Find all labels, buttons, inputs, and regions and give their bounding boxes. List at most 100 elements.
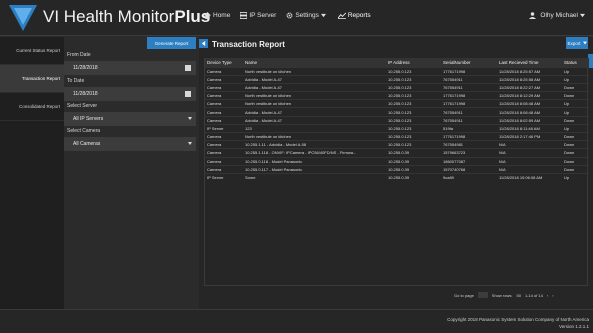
table-cell: North vestibule on kitchen [243,131,386,141]
column-header[interactable]: Status [562,58,589,67]
table-cell: IP Server [205,172,243,182]
table-cell: 11/28/2018 2:17:46 PM [497,131,562,141]
table-row[interactable]: Camera North vestibule on kitchen 10.255.0… [205,91,589,100]
table-cell: Camera [205,82,243,92]
sidebar-item-label: Current Status Report [16,47,60,53]
table-cell: 10.255.0.39 [386,164,441,174]
table-cell: 767554911 [441,74,497,84]
table-cell: Some [243,172,386,182]
table-cell: 10.255.0.123 [386,131,441,141]
table-cell: Camera [205,91,243,100]
footer: Copyright 2018 Panasonic System Solution… [0,309,593,333]
table-cell: 11/28/2018 8:11:48 AM [497,123,562,133]
table-cell: 9ca89 [441,172,497,182]
generate-report-button[interactable]: Generate Report [147,37,196,49]
nav-home-label: Home [213,12,231,19]
camera-select-value: All Cameras [73,141,101,147]
table-cell: 10.255.0.39 [386,148,441,158]
table-cell: 767554911 [441,82,497,92]
table-cell: North vestibule on kitchen [243,91,386,100]
table-row[interactable]: Camera Advidia - Model A-47 10.255.0.123 76… [205,82,589,92]
chevron-down-icon [580,13,585,18]
table-row[interactable]: Camera Advidia - Model A-47 10.255.0.123 76… [205,115,589,125]
select-camera-label: Select Camera [67,128,101,134]
from-date-field[interactable]: 11/28/2018 [64,61,196,75]
collapse-filter-button[interactable] [199,39,208,48]
table-cell: Down [562,140,589,149]
table-cell: 11/28/2018 8:25:57 AM [497,66,562,76]
to-date-field[interactable]: 11/28/2018 [64,87,196,101]
column-header[interactable]: SerialNumber [441,58,497,67]
pagination: Go to page Show rows: 50 1-14 of 14 ‹ › [454,292,558,298]
column-header[interactable]: Last Recieved Time [497,58,562,67]
calendar-icon[interactable] [185,91,191,97]
rows-per-page-select[interactable]: 50 [516,293,520,298]
goto-page-label: Go to page [454,292,474,298]
table-cell: 10.255.0.117 - Model Panasonic [243,164,386,174]
column-header[interactable]: IP Address [386,58,441,67]
table-cell: 1860077087 [441,156,497,166]
table-cell: 10.255.0.123 [386,74,441,84]
report-title: Transaction Report [212,40,285,49]
user-menu[interactable]: Olhy Michael [529,12,589,19]
table-cell: 10.255.0.123 [386,91,441,100]
table-cell: Advidia - Model A-47 [243,74,386,84]
table-cell: 1776171998 [441,99,497,108]
table-cell: 1570740768 [441,164,497,174]
chart-icon [337,12,346,19]
table-row[interactable]: Camera Advidia - Model A-47 10.255.0.123 76… [205,107,589,117]
table-row[interactable]: Camera Advidia - Model A-47 10.255.0.123 76… [205,74,589,84]
table-cell: Down [562,82,589,92]
gear-icon [286,12,293,19]
next-page-button[interactable]: › [552,293,553,298]
column-header[interactable]: Name [243,58,386,67]
table-row[interactable]: Camera 10.255.1.11 - Advidia - Model A-58… [205,140,589,149]
sidebar-item-current-status[interactable]: Current Status Report [0,37,64,65]
table-row[interactable]: Camera 10.255.1.118 - ONVIF: IPCamera - I… [205,148,589,158]
sidebar-item-transaction[interactable]: Transaction Report [0,65,64,93]
table-row[interactable]: Camera 10.255.0.117 - Model Panasonic 10.2… [205,164,589,174]
export-button[interactable]: Export [566,37,588,49]
table-cell: 519fa [441,123,497,133]
nav-home[interactable]: Home [204,12,230,19]
table-cell: 767554911 [441,115,497,125]
table-cell: Up [562,74,589,84]
table-cell: 1776171998 [441,91,497,100]
table-row[interactable]: IP Server 123 10.255.0.123 519fa 11/28/2018 … [205,123,589,133]
table-cell: 10.255.0.39 [386,156,441,166]
prev-page-button[interactable]: ‹ [547,293,548,298]
calendar-icon[interactable] [185,65,191,71]
export-label: Export [567,40,581,46]
table-cell: 11/28/2018 8:22:27 AM [497,82,562,92]
column-header[interactable]: Device Type [205,58,243,67]
camera-select[interactable]: All Cameras [64,137,196,151]
table-row[interactable]: Camera North vestibule on kitchen 10.255.0… [205,131,589,141]
table-cell: Camera [205,115,243,125]
table-cell: Down [562,164,589,174]
nav-ip-server[interactable]: IP Server [240,12,276,19]
table-cell: Advidia - Model A-47 [243,107,386,117]
table-row[interactable]: Camera 10.255.0.118 - Model Panasonic 10.2… [205,156,589,166]
version-text: Version 1.2.1.1 [558,324,589,329]
table-cell: 1579663723 [441,148,497,158]
table-cell: Down [562,91,589,100]
nav-reports[interactable]: Reports [337,12,371,19]
table-row[interactable]: Camera North vestibule on kitchen 10.255.0… [205,99,589,108]
table-cell: 11/28/2018 8:08:48 AM [497,99,562,108]
table-cell: N/A [497,140,562,149]
table-cell: Down [562,148,589,158]
table-row[interactable]: IP Server Some 10.255.0.39 9ca89 11/28/2018 … [205,172,589,182]
table-cell: 11/28/2018 10:06:08 AM [497,172,562,182]
table-cell: 11/28/2018 8:02:59 AM [497,115,562,125]
table-cell: Camera [205,156,243,166]
server-select[interactable]: All IP Servers [64,112,196,126]
table-cell: Camera [205,66,243,76]
table-row[interactable]: Camera North vestibule on kitchen 10.255.0… [205,66,589,76]
table-cell: Advidia - Model A-47 [243,115,386,125]
app-brand: VI Health MonitorPlus [43,7,210,27]
sidebar-item-consolidated[interactable]: Consolidated Report [0,93,64,121]
nav-settings[interactable]: Settings [286,12,328,19]
table-cell: Camera [205,107,243,117]
goto-page-input[interactable] [477,292,488,298]
table-cell: Up [562,99,589,108]
